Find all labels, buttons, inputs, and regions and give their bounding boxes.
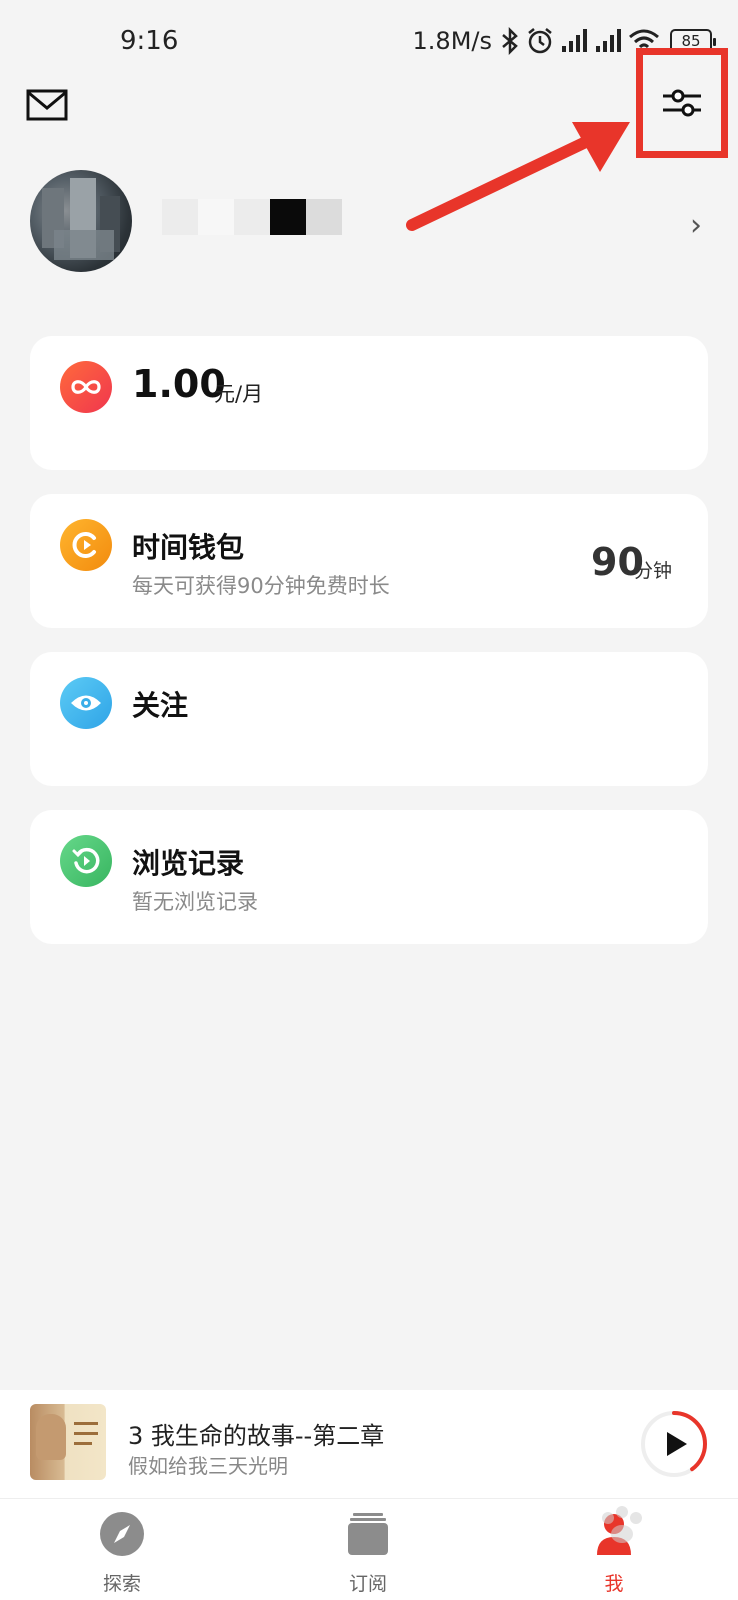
- follow-title: 关注: [132, 689, 189, 722]
- tab-explore[interactable]: 探索: [72, 1511, 172, 1600]
- tab-subscribe-label: 订阅: [348, 1573, 387, 1595]
- stack-icon: [348, 1513, 388, 1555]
- book-cover[interactable]: [30, 1404, 106, 1480]
- history-icon: [60, 835, 112, 887]
- signal-icon-2: [596, 29, 621, 52]
- bluetooth-icon: [502, 27, 518, 55]
- history-title: 浏览记录: [132, 847, 245, 880]
- username-redacted: [162, 199, 342, 235]
- tab-me[interactable]: 我: [564, 1511, 664, 1600]
- play-button[interactable]: [638, 1408, 710, 1480]
- status-time: 9:16: [120, 26, 179, 56]
- annotation-arrow-icon: [406, 122, 630, 231]
- time-wallet-minutes-unit: 分钟: [634, 560, 673, 582]
- eye-icon: [60, 677, 112, 729]
- membership-price-unit: 元/月: [214, 382, 264, 406]
- signal-icon: [562, 29, 587, 52]
- person-icon: [597, 1514, 631, 1555]
- compass-icon: [100, 1512, 144, 1556]
- time-wallet-card[interactable]: 时间钱包 每天可获得90分钟免费时长 90 分钟: [30, 494, 708, 628]
- follow-card[interactable]: 关注: [30, 652, 708, 786]
- network-speed: 1.8M/s: [412, 27, 492, 55]
- player-track-title: 3 我生命的故事--第二章: [128, 1422, 385, 1450]
- status-bar: 9:16 1.8M/s 85: [0, 0, 738, 80]
- mini-player[interactable]: 3 我生命的故事--第二章 假如给我三天光明: [0, 1390, 738, 1498]
- tab-subscribe[interactable]: 订阅: [318, 1511, 418, 1600]
- time-wallet-subtitle: 每天可获得90分钟免费时长: [132, 574, 390, 598]
- membership-card[interactable]: 1.00 元/月: [30, 336, 708, 470]
- history-card[interactable]: 浏览记录 暂无浏览记录: [30, 810, 708, 944]
- history-subtitle: 暂无浏览记录: [132, 890, 258, 914]
- player-book-title: 假如给我三天光明: [128, 1454, 288, 1478]
- bottom-tab-bar: 探索 订阅 我: [0, 1498, 738, 1600]
- time-wallet-title: 时间钱包: [132, 531, 245, 564]
- settings-highlight-box: [636, 48, 728, 158]
- membership-price: 1.00: [132, 362, 226, 406]
- profile-chevron-icon[interactable]: ›: [690, 208, 702, 243]
- alarm-icon: [528, 28, 552, 54]
- tab-me-label: 我: [604, 1573, 624, 1595]
- infinity-icon: [60, 361, 112, 413]
- mail-icon[interactable]: [26, 88, 68, 122]
- tab-explore-label: 探索: [102, 1573, 141, 1595]
- timer-icon: [60, 519, 112, 571]
- avatar[interactable]: [30, 170, 132, 272]
- settings-sliders-icon[interactable]: [661, 86, 703, 120]
